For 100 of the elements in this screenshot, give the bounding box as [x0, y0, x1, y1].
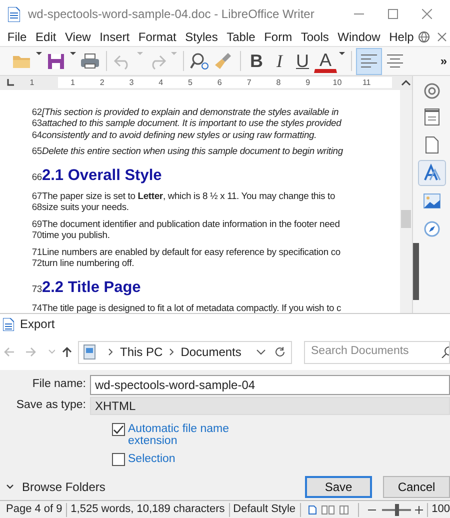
sidebar-handle[interactable] — [413, 243, 419, 300]
file-name-field[interactable]: wd-spectools-word-sample-04 — [90, 375, 450, 395]
zoom-slider-thumb[interactable] — [394, 504, 399, 516]
search-field[interactable]: Search Documents — [304, 340, 450, 364]
text-line: The title page is designed to fit a lot of metadata compactly. If you wish to c — [42, 302, 342, 313]
breadcrumb-chevron-icon[interactable] — [168, 348, 175, 356]
ruler-number: 6 — [216, 76, 223, 89]
chevron-down-icon[interactable] — [6, 484, 14, 490]
dropdown-chevron-icon[interactable] — [256, 348, 266, 356]
page-count[interactable]: Page 4 of 9 — [6, 501, 62, 518]
more-tools-button[interactable]: » — [440, 52, 447, 70]
line-number: 73 — [30, 282, 42, 294]
line-number: 62 — [30, 106, 42, 116]
scrollbar-thumb[interactable] — [401, 210, 411, 228]
ruler-number: 7 — [246, 76, 252, 89]
checkbox-label[interactable]: Automatic file name extension — [128, 423, 238, 447]
maximize-icon[interactable] — [388, 9, 398, 19]
menu-item[interactable]: Styles — [180, 28, 222, 46]
ruler[interactable]: 1 2 3 4 5 6 7 8 9 10 11 — [58, 77, 392, 88]
line-number: 71 — [30, 246, 42, 257]
styles-button[interactable] — [418, 160, 446, 186]
text-line: time you publish. — [42, 229, 110, 240]
align-left-icon — [359, 52, 379, 70]
bold-button[interactable]: B — [245, 49, 268, 73]
ruler-number: 9 — [304, 76, 312, 89]
vertical-scrollbar[interactable] — [400, 90, 412, 313]
word-count[interactable]: 1,525 words, 10,189 characters — [70, 501, 225, 518]
text-line: The paper size is set to Letter, which is 8 ½ x 11. You may change this to — [42, 190, 336, 201]
field-label: Save as type: — [15, 398, 87, 414]
file-type-dropdown[interactable]: XHTML — [90, 397, 450, 415]
ruler-number: 3 — [128, 76, 135, 89]
close-icon[interactable] — [422, 9, 432, 19]
menu-item[interactable]: Edit — [31, 28, 61, 46]
image-icon — [422, 191, 442, 211]
page-style[interactable]: Default Style — [233, 501, 296, 518]
line-number: 67 — [30, 190, 42, 201]
compass-icon — [422, 219, 442, 239]
styles-icon — [422, 163, 442, 183]
checkbox-label[interactable]: Selection — [128, 453, 238, 465]
breadcrumb-chevron-icon[interactable] — [108, 348, 114, 356]
dialog-button[interactable]: Save — [305, 476, 372, 498]
computer-icon — [83, 344, 97, 360]
line-number: 74 — [30, 302, 42, 313]
menu-item[interactable]: File — [3, 28, 32, 46]
tab-stop-icon[interactable] — [7, 79, 14, 86]
address-bar[interactable]: This PC Documents — [78, 340, 292, 364]
heading: 2.2 Title Page — [42, 278, 141, 296]
line-number: 63 — [30, 117, 42, 128]
text-line: size suits your needs. — [42, 201, 129, 212]
italic-button[interactable]: I — [268, 49, 291, 73]
text-line: attached to this sample document. It is important to use the styles provided — [42, 117, 342, 128]
ruler-number: 2 — [98, 76, 106, 89]
line-number: 72 — [30, 257, 42, 268]
refresh-icon[interactable] — [274, 346, 286, 358]
text-line: The document identifier and publication date information in the footer need — [42, 218, 340, 229]
browse-folders-toggle[interactable]: Browse Folders — [22, 478, 305, 496]
globe-icon[interactable] — [418, 31, 430, 43]
menu-item[interactable]: Insert — [95, 28, 134, 46]
text-line: turn line numbering off. — [42, 257, 134, 268]
ruler-number: 1 — [28, 76, 36, 89]
menu-item[interactable]: Tools — [296, 28, 334, 46]
line-number: 65 — [30, 145, 42, 156]
menu-item[interactable]: Form — [260, 28, 296, 46]
menu-item[interactable]: View — [60, 28, 96, 46]
breadcrumb[interactable]: This PC — [120, 343, 163, 361]
checkbox[interactable] — [112, 453, 125, 466]
field-label: File name: — [31, 377, 87, 392]
ruler-number: 4 — [158, 76, 164, 89]
menu-item[interactable]: Help — [384, 28, 418, 46]
line-number: 70 — [30, 229, 42, 240]
underline-button[interactable]: U — [291, 49, 314, 73]
text-line: Line numbers are enabled by default for easy reference by specification co — [42, 246, 340, 257]
dialog-button[interactable]: Cancel — [383, 476, 450, 498]
menu-item[interactable]: Format — [134, 28, 181, 46]
document-icon — [3, 318, 14, 330]
search-icon[interactable] — [441, 346, 449, 358]
ruler-number: 1 — [69, 76, 76, 89]
dialog-title: Export — [20, 316, 55, 333]
heading: 2.1 Overall Style — [42, 166, 162, 184]
align-left-button[interactable] — [356, 48, 382, 74]
ruler-number: 10 — [332, 76, 343, 89]
line-number: 69 — [30, 218, 42, 229]
line-number: 68 — [30, 201, 42, 212]
up-arrow-icon[interactable] — [61, 346, 73, 358]
checkbox[interactable] — [112, 423, 125, 436]
align-center-icon — [385, 52, 405, 70]
menu-item[interactable]: Window — [333, 28, 385, 46]
ruler-number: 8 — [275, 76, 282, 89]
close-document-icon[interactable] — [437, 32, 448, 42]
zoom-in-icon[interactable] — [415, 506, 424, 514]
text-line: consistently and to avoid defining new styles or using raw formatting. — [42, 128, 317, 140]
properties-icon — [422, 107, 442, 127]
menu-item[interactable]: Table — [222, 28, 260, 46]
line-number: 64 — [30, 128, 42, 140]
text-line: Delete this entire section when using this sample document to begin writing — [42, 145, 343, 156]
view-layout-icons[interactable] — [308, 504, 350, 514]
text-line: [This section is provided to explain and demonstrate the styles available in — [42, 106, 339, 117]
breadcrumb[interactable]: Documents — [180, 343, 242, 361]
settings-icon[interactable] — [422, 82, 440, 100]
zoom-percentage[interactable]: 100 — [432, 501, 450, 518]
